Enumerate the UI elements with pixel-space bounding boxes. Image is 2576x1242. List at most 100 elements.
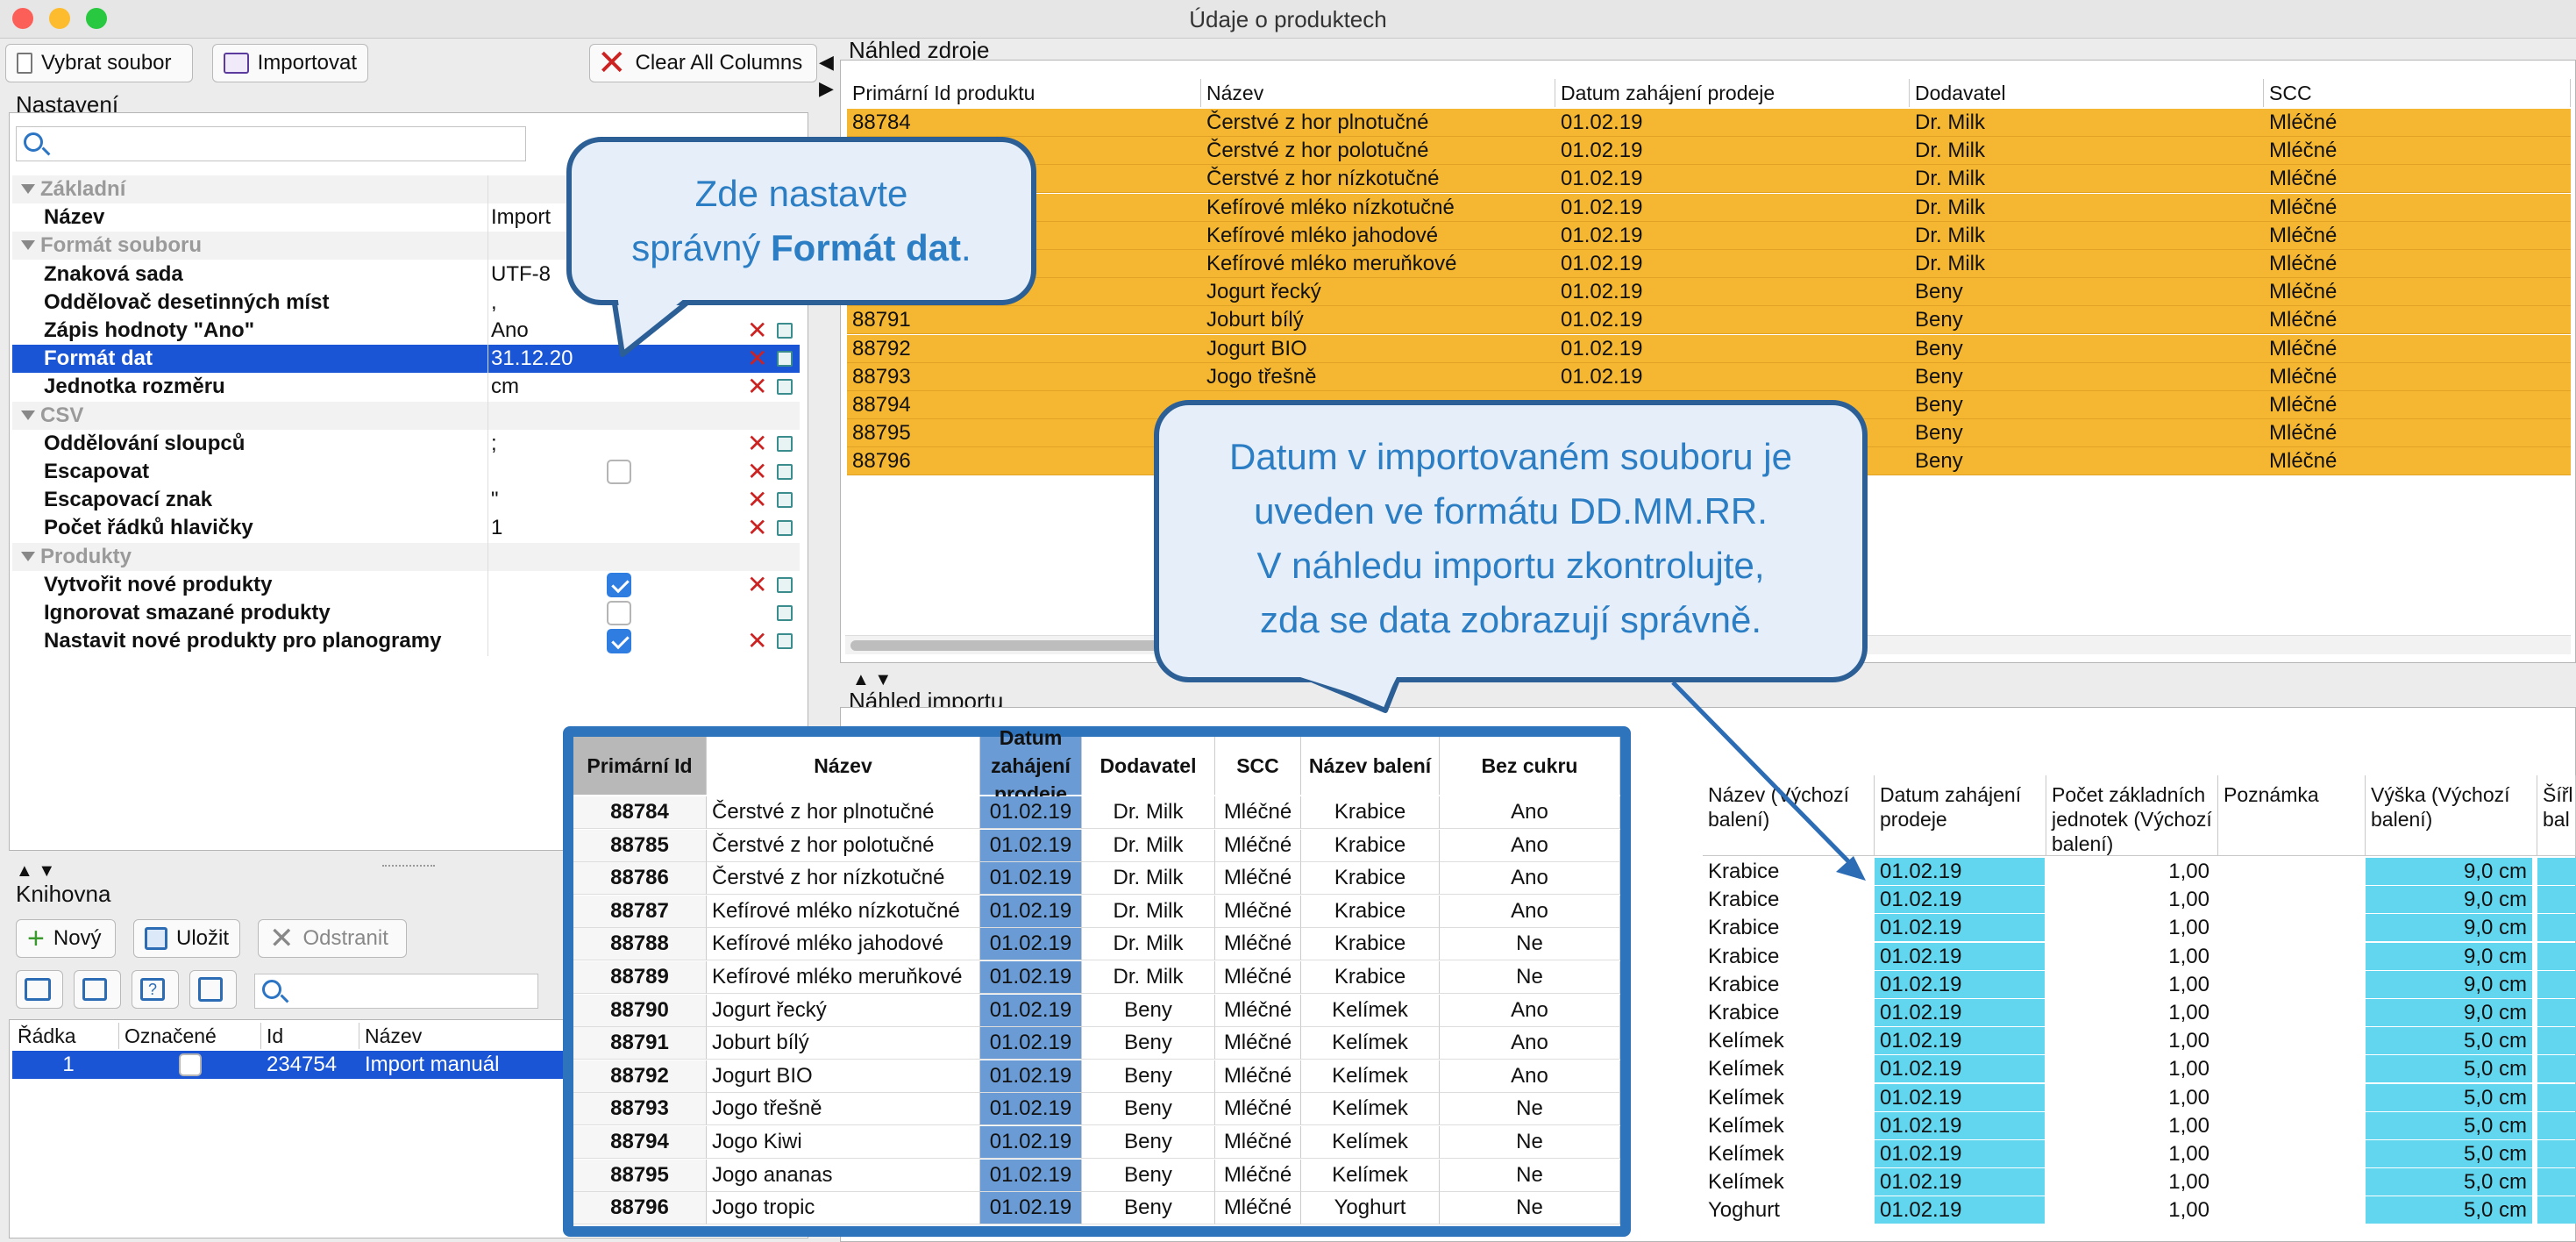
zoomed-cell: Ano: [1440, 862, 1620, 896]
callout-date-check: Datum v importovaném souboru je uveden v…: [1154, 400, 1868, 682]
zoomed-cell: Yoghurt: [1301, 1192, 1440, 1225]
callout2-arrow: [1671, 681, 1855, 868]
callout2-line4: zda se data zobrazují správně.: [1259, 599, 1761, 640]
zoomed-cell: 88790: [573, 994, 707, 1027]
zoomed-cell: 88786: [573, 862, 707, 896]
callout1-text-end: .: [961, 227, 971, 268]
zoomed-cell: Mléčné: [1215, 1060, 1301, 1093]
zoomed-cell: Krabice: [1301, 895, 1440, 928]
zoomed-cell: Beny: [1082, 1060, 1215, 1093]
zoomed-cell: 88792: [573, 1060, 707, 1093]
zoomed-column-header: Dodavatel: [1082, 737, 1215, 795]
zoomed-cell: Jogo třešně: [707, 1093, 980, 1126]
zoomed-cell: 88789: [573, 961, 707, 994]
zoomed-cell: Mléčné: [1215, 928, 1301, 961]
zoomed-cell: Ano: [1440, 895, 1620, 928]
zoomed-cell: Mléčné: [1215, 895, 1301, 928]
zoomed-cell: Mléčné: [1215, 961, 1301, 994]
zoomed-cell: Dr. Milk: [1082, 862, 1215, 896]
zoomed-cell: Mléčné: [1215, 994, 1301, 1027]
zoomed-cell: Krabice: [1301, 862, 1440, 896]
zoomed-cell: Mléčné: [1215, 1192, 1301, 1225]
zoomed-cell: Kelímek: [1301, 1159, 1440, 1192]
zoomed-column-header: Primární Id: [573, 737, 707, 795]
zoomed-cell: 01.02.19: [980, 895, 1082, 928]
zoomed-cell: Krabice: [1301, 829, 1440, 862]
callout1-bold: Formát dat: [771, 227, 962, 268]
zoomed-cell: Jogo Kiwi: [707, 1126, 980, 1159]
zoomed-cell: Mléčné: [1215, 862, 1301, 896]
zoomed-cell: 01.02.19: [980, 994, 1082, 1027]
zoomed-column-header: Datum zahájení prodeje: [980, 726, 1082, 805]
zoomed-cell: Dr. Milk: [1082, 796, 1215, 829]
zoomed-cell: 88787: [573, 895, 707, 928]
zoomed-cell: 01.02.19: [980, 796, 1082, 829]
zoomed-cell: 88794: [573, 1126, 707, 1159]
zoomed-cell: 88785: [573, 829, 707, 862]
callout1-line2: správný Formát dat.: [572, 221, 1031, 275]
zoomed-cell: Kefírové mléko meruňkové: [707, 961, 980, 994]
zoomed-cell: 01.02.19: [980, 1126, 1082, 1159]
zoomed-cell: Ano: [1440, 1060, 1620, 1093]
zoomed-cell: Ne: [1440, 1126, 1620, 1159]
zoomed-cell: Ano: [1440, 796, 1620, 829]
zoomed-cell: 01.02.19: [980, 1027, 1082, 1060]
zoomed-cell: Krabice: [1301, 961, 1440, 994]
zoomed-import-table-inner: Primární Id Název Datum zahájení prodeje Do…: [573, 726, 1620, 1226]
zoomed-cell: Kelímek: [1301, 1027, 1440, 1060]
zoomed-cell: Mléčné: [1215, 1093, 1301, 1126]
zoomed-cell: Mléčné: [1215, 829, 1301, 862]
callout-date-format: Zde nastavte správný Formát dat.: [566, 137, 1036, 305]
zoomed-cell: 88791: [573, 1027, 707, 1060]
zoomed-column-header: Název balení: [1301, 737, 1440, 795]
zoomed-cell: Dr. Milk: [1082, 829, 1215, 862]
zoomed-cell: Kelímek: [1301, 1060, 1440, 1093]
zoomed-cell: Dr. Milk: [1082, 928, 1215, 961]
zoomed-cell: Ne: [1440, 928, 1620, 961]
zoomed-cell: 88788: [573, 928, 707, 961]
zoomed-cell: 01.02.19: [980, 1060, 1082, 1093]
zoomed-cell: Jogurt BIO: [707, 1060, 980, 1093]
zoomed-cell: 88795: [573, 1159, 707, 1192]
zoomed-cell: Dr. Milk: [1082, 961, 1215, 994]
zoomed-cell: Beny: [1082, 1126, 1215, 1159]
zoomed-cell: 01.02.19: [980, 1192, 1082, 1225]
zoomed-cell: Beny: [1082, 1192, 1215, 1225]
zoomed-cell: 88796: [573, 1192, 707, 1225]
zoomed-cell: Kelímek: [1301, 1093, 1440, 1126]
zoomed-column-header: Bez cukru: [1440, 737, 1620, 795]
zoomed-cell: 01.02.19: [980, 1159, 1082, 1192]
zoomed-column-header: Název: [707, 737, 980, 795]
zoomed-cell: Mléčné: [1215, 1126, 1301, 1159]
zoomed-cell: Kelímek: [1301, 994, 1440, 1027]
zoomed-cell: Mléčné: [1215, 796, 1301, 829]
zoomed-cell: Kelímek: [1301, 1126, 1440, 1159]
zoomed-cell: Ne: [1440, 1192, 1620, 1225]
callout1-line1: Zde nastavte: [694, 173, 908, 214]
zoomed-cell: 88793: [573, 1093, 707, 1126]
zoomed-cell: Beny: [1082, 1093, 1215, 1126]
arrowhead-icon: [1836, 856, 1866, 881]
callout1-text: správný: [631, 227, 772, 268]
zoomed-cell: Mléčné: [1215, 1027, 1301, 1060]
zoomed-cell: 01.02.19: [980, 928, 1082, 961]
zoomed-cell: Mléčné: [1215, 1159, 1301, 1192]
zoomed-cell: Krabice: [1301, 796, 1440, 829]
zoomed-cell: Čerstvé z hor plnotučné: [707, 796, 980, 829]
callout2-line1: Datum v importovaném souboru je: [1229, 436, 1792, 477]
zoomed-cell: Krabice: [1301, 928, 1440, 961]
zoomed-column-header: SCC: [1215, 737, 1301, 795]
zoomed-cell: Čerstvé z hor nízkotučné: [707, 862, 980, 896]
zoomed-cell: Ne: [1440, 1159, 1620, 1192]
zoomed-cell: 01.02.19: [980, 1093, 1082, 1126]
zoomed-cell: Beny: [1082, 1159, 1215, 1192]
zoomed-cell: Jogo tropic: [707, 1192, 980, 1225]
zoomed-cell: Ano: [1440, 994, 1620, 1027]
zoomed-cell: Ne: [1440, 1093, 1620, 1126]
zoomed-cell: Joburt bílý: [707, 1027, 980, 1060]
zoomed-cell: Ano: [1440, 1027, 1620, 1060]
zoomed-cell: 88784: [573, 796, 707, 829]
zoomed-cell: Jogo ananas: [707, 1159, 980, 1192]
zoomed-cell: Ano: [1440, 829, 1620, 862]
zoomed-cell: 01.02.19: [980, 829, 1082, 862]
